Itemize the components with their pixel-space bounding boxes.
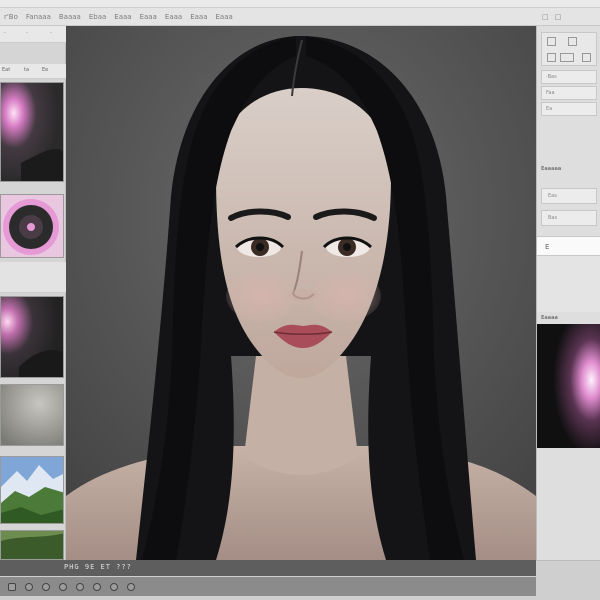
tab-label[interactable]: Ee	[42, 67, 48, 73]
circle-icon[interactable]	[59, 582, 67, 591]
window-controls: □ □	[536, 8, 600, 26]
tools-panel	[541, 32, 597, 66]
section-title: Eaaaa	[541, 315, 558, 321]
menu-item[interactable]: Eaaa	[190, 13, 207, 21]
bottom-label: PHG 9E ET ???	[64, 563, 132, 571]
field-label: Bas	[548, 215, 558, 221]
field-label: Ea	[546, 106, 553, 112]
section-title: Eaaaaa	[541, 166, 562, 172]
menu-item[interactable]: r'Bo	[4, 13, 18, 21]
thumbnail-image	[1, 195, 63, 257]
bottom-toolbar	[0, 577, 536, 596]
bottom-label-bar: PHG 9E ET ???	[0, 560, 536, 576]
menu-item[interactable]: Baaaa	[59, 13, 81, 21]
left-panel-toolbar: · · ·	[0, 26, 66, 43]
title-strip	[0, 0, 600, 8]
field-box[interactable]: Ea	[541, 102, 597, 116]
field-box[interactable]: Faa	[541, 86, 597, 100]
preview-panel[interactable]	[537, 324, 600, 448]
menu-item[interactable]: Eaaa	[114, 13, 131, 21]
blank-panel-area	[537, 256, 600, 312]
grid-icon[interactable]	[547, 53, 556, 62]
layer-name: E	[545, 243, 550, 251]
field-label: Eas	[548, 193, 557, 199]
grid-icon[interactable]	[8, 582, 16, 591]
toolbar-text[interactable]: ·	[26, 30, 28, 37]
circle-icon[interactable]	[25, 582, 33, 591]
menu-item[interactable]: Eaaa	[215, 13, 232, 21]
menu-bar: r'Bo Fanaaa Baaaa Ebaa Eaaa Eaaa Eaaa Ea…	[0, 8, 536, 26]
circle-icon[interactable]	[42, 582, 50, 591]
window-button[interactable]: □	[555, 13, 562, 21]
menu-item[interactable]: Eaaa	[140, 13, 157, 21]
thumbnail-ring[interactable]	[0, 194, 64, 258]
image-canvas[interactable]	[66, 26, 536, 560]
layer-info-row[interactable]	[0, 262, 66, 293]
toolbar-text[interactable]: ·	[50, 30, 52, 37]
field-label: Faa	[546, 90, 555, 96]
thumbnail-green[interactable]	[0, 530, 64, 560]
thumbnail-image	[1, 531, 63, 559]
thumbnail-image	[1, 457, 63, 523]
circle-icon[interactable]	[93, 582, 101, 591]
field-box[interactable]: Eas	[541, 188, 597, 204]
thumbnail-image	[1, 83, 63, 181]
box-icon[interactable]	[568, 37, 577, 46]
window-button[interactable]: □	[542, 13, 549, 21]
tab-label[interactable]: Eat	[2, 67, 10, 73]
circle-icon[interactable]	[110, 582, 118, 591]
left-panel-tabs: Eat ta Ee	[0, 64, 66, 79]
thumbnail-gray[interactable]	[0, 384, 64, 446]
thumbnail-pink-orb-2[interactable]	[0, 296, 64, 378]
section-header: Eaaaaa	[541, 166, 597, 176]
pen-icon[interactable]	[547, 37, 556, 46]
field-box[interactable]: Bas	[541, 210, 597, 226]
preview-image	[537, 324, 600, 448]
right-panel: ·Bas Faa Ea Eaaaaa Eas Bas E Eaaaa	[536, 26, 600, 560]
square-icon[interactable]	[560, 53, 574, 62]
circle-icon[interactable]	[127, 582, 135, 591]
thumbnail-landscape[interactable]	[0, 456, 64, 524]
thumbnail-image	[1, 297, 63, 377]
tab-label[interactable]: ta	[24, 67, 29, 73]
left-panel: · · · Eat ta Ee	[0, 26, 66, 560]
menu-item[interactable]: Ebaa	[89, 13, 106, 21]
section-header: Eaaaa	[541, 314, 597, 324]
toolbar-text[interactable]: ·	[4, 30, 6, 37]
field-box[interactable]: ·Bas	[541, 70, 597, 84]
field-label: ·Bas	[546, 74, 557, 80]
thumbnail-image	[1, 385, 63, 445]
menu-item[interactable]: Eaaa	[165, 13, 182, 21]
thumbnail-pink-orb[interactable]	[0, 82, 64, 182]
portrait-image	[66, 26, 536, 560]
frame-icon[interactable]	[582, 53, 591, 62]
menu-item[interactable]: Fanaaa	[26, 13, 51, 21]
selected-layer[interactable]: E	[537, 236, 600, 256]
circle-icon[interactable]	[76, 582, 84, 591]
